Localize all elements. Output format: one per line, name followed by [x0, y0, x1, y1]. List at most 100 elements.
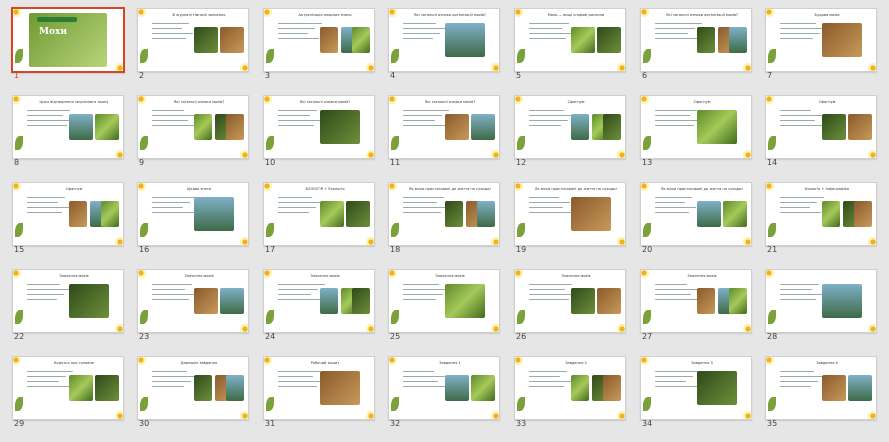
slide-preview[interactable]: Коротко про головне: [12, 356, 124, 420]
slide-preview[interactable]: [765, 269, 877, 333]
slide-preview[interactable]: БІОЛОГІЯ + Екологія: [263, 182, 375, 246]
slide-preview[interactable]: Сфагнум: [640, 95, 752, 159]
slide-thumbnail-31[interactable]: Робочий зошит 31: [263, 356, 375, 442]
slide-preview[interactable]: Як мохи пристосовані до життя на суходол…: [514, 182, 626, 246]
text-line: [403, 125, 446, 127]
flower-icon: [766, 96, 775, 105]
slide-preview[interactable]: Сфагнум: [12, 182, 124, 246]
text-line: [278, 110, 317, 112]
slide-preview[interactable]: Робочий зошит: [263, 356, 375, 420]
moss-photo: [571, 27, 595, 53]
slide-thumbnail-4[interactable]: Які загальні ознаки організації мохів? 4: [388, 8, 500, 94]
slide-preview[interactable]: Завдання 2: [514, 356, 626, 420]
slide-thumbnail-29[interactable]: Коротко про головне 29: [12, 356, 124, 442]
text-line: [27, 202, 58, 204]
slide-title: Які загальні ознаки мохів?: [173, 100, 225, 104]
slide-thumbnail-34[interactable]: Завдання 3 34: [640, 356, 752, 442]
slide-thumbnail-23[interactable]: Значення мохів 23: [137, 269, 249, 355]
moss-photo: [445, 114, 469, 140]
slide-preview[interactable]: Сфагнум: [514, 95, 626, 159]
moss-photo: [729, 288, 747, 314]
slide-thumbnail-15[interactable]: Сфагнум 15: [12, 182, 124, 268]
slide-preview[interactable]: Цікаво знати: [137, 182, 249, 246]
flower-icon: [515, 357, 524, 366]
slide-thumbnail-19[interactable]: Як мохи пристосовані до життя на суходол…: [514, 182, 626, 268]
text-line: [27, 212, 62, 214]
slide-thumbnail-12[interactable]: Сфагнум 12: [514, 95, 626, 181]
text-line: [780, 120, 815, 122]
slide-thumbnail-8[interactable]: Цикл відтворення зозулиного льону 8: [12, 95, 124, 181]
slide-preview[interactable]: Які загальні ознаки організації мохів?: [640, 8, 752, 72]
slide-number: 23: [139, 332, 150, 341]
slide-preview[interactable]: Які загальні ознаки мохів?: [263, 95, 375, 159]
text-line: [403, 371, 434, 373]
slide-thumbnail-1[interactable]: Мохи 1: [11, 7, 125, 94]
slide-preview[interactable]: Як мохи пристосовані до життя на суходол…: [640, 182, 752, 246]
leaf-icon: [266, 223, 274, 237]
slide-preview[interactable]: Значення мохів: [137, 269, 249, 333]
slide-thumbnail-16[interactable]: Цікаво знати 16: [137, 182, 249, 268]
moss-photo: [445, 284, 485, 318]
slide-preview[interactable]: Біологія + Інфографіка: [765, 182, 877, 246]
slide-thumbnail-35[interactable]: Завдання 4 35: [765, 356, 877, 442]
leaf-icon: [768, 49, 776, 63]
slide-number: 6: [642, 71, 648, 80]
slide-preview[interactable]: Значення мохів: [263, 269, 375, 333]
slide-thumbnail-27[interactable]: Значення мохів 27: [640, 269, 752, 355]
text-line: [278, 197, 312, 199]
moss-photo: [822, 23, 862, 57]
slide-preview[interactable]: Значення мохів: [12, 269, 124, 333]
slide-preview[interactable]: Завдання 3: [640, 356, 752, 420]
slide-preview[interactable]: Будова мохів: [765, 8, 877, 72]
slide-preview[interactable]: Які загальні ознаки організації мохів?: [388, 8, 500, 72]
slide-preview[interactable]: Сфагнум: [765, 95, 877, 159]
slide-preview[interactable]: Домашнє завдання: [137, 356, 249, 420]
slide-preview[interactable]: В журналі гімназії записано: [137, 8, 249, 72]
slide-thumbnail-22[interactable]: Значення мохів 22: [12, 269, 124, 355]
slide-thumbnail-24[interactable]: Значення мохів 24: [263, 269, 375, 355]
text-line: [780, 386, 811, 388]
slide-thumbnail-28[interactable]: 28: [765, 269, 877, 355]
slide-thumbnail-20[interactable]: Як мохи пристосовані до життя на суходол…: [640, 182, 752, 268]
slide-thumbnail-14[interactable]: Сфагнум 14: [765, 95, 877, 181]
slide-preview[interactable]: Які загальні ознаки мохів?: [388, 95, 500, 159]
slide-thumbnail-18[interactable]: Як мохи пристосовані до життя на суходол…: [388, 182, 500, 268]
slide-preview[interactable]: Значення мохів: [514, 269, 626, 333]
slide-preview[interactable]: Завдання 1: [388, 356, 500, 420]
slide-thumbnail-13[interactable]: Сфагнум 13: [640, 95, 752, 181]
slide-thumbnail-7[interactable]: Будова мохів 7: [765, 8, 877, 94]
slide-thumbnail-17[interactable]: БІОЛОГІЯ + Екологія 17: [263, 182, 375, 268]
slide-thumbnail-3[interactable]: Актуалізація опорних знань 3: [263, 8, 375, 94]
leaf-icon: [266, 136, 274, 150]
slide-preview[interactable]: Мохи: [11, 7, 125, 73]
slide-preview[interactable]: Як мохи пристосовані до життя на суходол…: [388, 182, 500, 246]
slide-thumbnail-9[interactable]: Які загальні ознаки мохів? 9: [137, 95, 249, 181]
slide-thumbnail-5[interactable]: Мохи — вищі спорові рослини 5: [514, 8, 626, 94]
slide-thumbnail-11[interactable]: Які загальні ознаки мохів? 11: [388, 95, 500, 181]
slide-preview[interactable]: Цикл відтворення зозулиного льону: [12, 95, 124, 159]
slide-thumbnail-2[interactable]: В журналі гімназії записано 2: [137, 8, 249, 94]
flower-icon: [515, 183, 524, 192]
moss-photo: [723, 201, 747, 227]
slide-title: Завдання 2: [565, 361, 587, 365]
slide-preview[interactable]: Завдання 4: [765, 356, 877, 420]
slide-preview[interactable]: Значення мохів: [640, 269, 752, 333]
slide-preview[interactable]: Які загальні ознаки мохів?: [137, 95, 249, 159]
slide-thumbnail-21[interactable]: Біологія + Інфографіка 21: [765, 182, 877, 268]
slide-thumbnail-33[interactable]: Завдання 2 33: [514, 356, 626, 442]
text-line: [655, 33, 688, 35]
leaf-icon: [517, 310, 525, 324]
slide-thumbnail-32[interactable]: Завдання 1 32: [388, 356, 500, 442]
text-line: [655, 207, 696, 209]
slide-preview[interactable]: Мохи — вищі спорові рослини: [514, 8, 626, 72]
slide-preview[interactable]: Значення мохів: [388, 269, 500, 333]
slide-thumbnail-25[interactable]: Значення мохів 25: [388, 269, 500, 355]
slide-thumbnail-30[interactable]: Домашнє завдання 30: [137, 356, 249, 442]
slide-thumbnail-10[interactable]: Які загальні ознаки мохів? 10: [263, 95, 375, 181]
slide-number: 17: [265, 245, 276, 254]
text-line: [152, 38, 186, 40]
slide-thumbnail-6[interactable]: Які загальні ознаки організації мохів? 6: [640, 8, 752, 94]
slide-thumbnail-26[interactable]: Значення мохів 26: [514, 269, 626, 355]
slide-number: 20: [642, 245, 653, 254]
slide-preview[interactable]: Актуалізація опорних знань: [263, 8, 375, 72]
